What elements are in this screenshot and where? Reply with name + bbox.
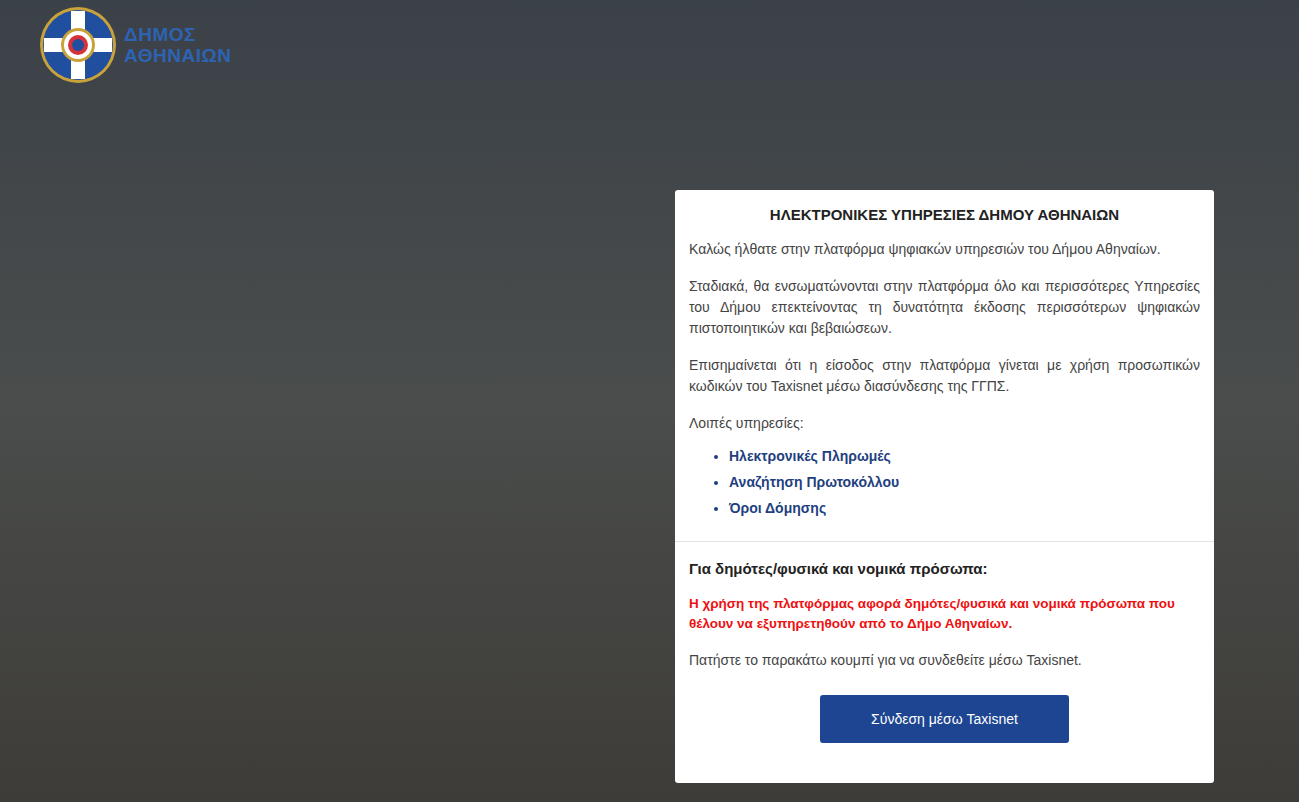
links-list: Ηλεκτρονικές Πληρωμές Αναζήτηση Πρωτοκόλλ… [689,446,1200,519]
header: ΔΗΜΟΣΑΘΗΝΑΙΩΝ [0,0,1299,85]
login-section: Για δημότες/φυσικά και νομικά πρόσωπα: Η… [675,542,1214,783]
service-item: Όροι Δόμησης [729,498,1200,519]
service-link[interactable]: Αναζήτηση Πρωτοκόλλου [729,474,899,490]
emblem-icon [38,5,118,85]
divider [675,541,1214,542]
service-link[interactable]: Ηλεκτρονικές Πληρωμές [729,448,891,464]
logo-line: ΔΗΜΟΣ [124,24,231,45]
page: ΔΗΜΟΣΑΘΗΝΑΙΩΝ ΗΛΕΚΤΡΟΝΙΚΕΣ ΥΠΗΡΕΣΙΕΣ ΔΗΜ… [0,0,1299,802]
logo-line: ΑΘΗΝΑΙΩΝ [124,45,231,66]
intro-paragraph: Καλώς ήλθατε στην πλατφόρμα ψηφιακών υπη… [689,239,1200,260]
login-instruction: Πατήστε το παρακάτω κουμπί για να συνδεθ… [689,650,1200,670]
login-notice: Η χρήση της πλατφόρμας αφορά δημότες/φυσ… [689,594,1200,634]
card-title: ΗΛΕΚΤΡΟΝΙΚΕΣ ΥΠΗΡΕΣΙΕΣ ΔΗΜΟΥ ΑΘΗΝΑΙΩΝ [689,204,1200,225]
info-card: ΗΛΕΚΤΡΟΝΙΚΕΣ ΥΠΗΡΕΣΙΕΣ ΔΗΜΟΥ ΑΘΗΝΑΙΩΝ Κα… [675,190,1214,783]
taxisnet-login-button[interactable]: Σύνδεση μέσω Taxisnet [820,695,1069,743]
other-services-label: Λοιπές υπηρεσίες: [689,413,1200,434]
login-heading: Για δημότες/φυσικά και νομικά πρόσωπα: [689,558,1200,580]
intro-section: ΗΛΕΚΤΡΟΝΙΚΕΣ ΥΠΗΡΕΣΙΕΣ ΔΗΜΟΥ ΑΘΗΝΑΙΩΝ Κα… [675,190,1214,541]
service-item: Αναζήτηση Πρωτοκόλλου [729,472,1200,493]
logo-text: ΔΗΜΟΣΑΘΗΝΑΙΩΝ [124,24,231,66]
intro-paragraph: Σταδιακά, θα ενσωματώνονται στην πλατφόρ… [689,276,1200,339]
intro-paragraph: Επισημαίνεται ότι η είσοδος στην πλατφόρ… [689,355,1200,397]
service-link[interactable]: Όροι Δόμησης [729,500,826,516]
service-item: Ηλεκτρονικές Πληρωμές [729,446,1200,467]
